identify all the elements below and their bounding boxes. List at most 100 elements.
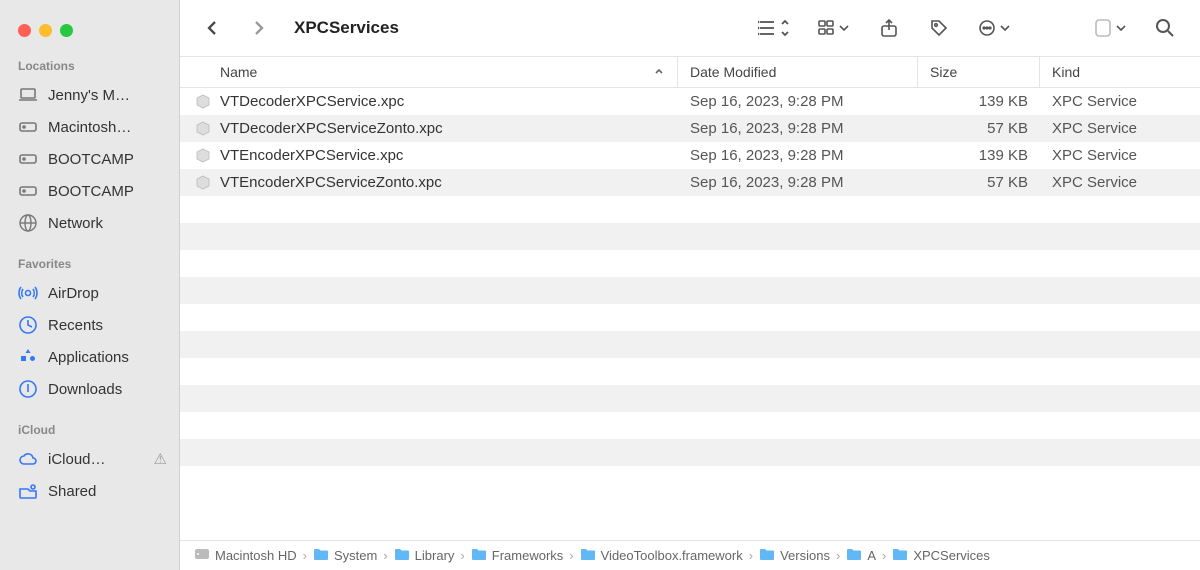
window-title: XPCServices (294, 18, 399, 38)
empty-row (180, 385, 1200, 412)
file-date: Sep 16, 2023, 9:28 PM (678, 174, 918, 191)
file-list: VTDecoderXPCService.xpc Sep 16, 2023, 9:… (180, 88, 1200, 540)
breadcrumb-label: XPCServices (913, 548, 990, 563)
sidebar-item[interactable]: BOOTCAMP (0, 175, 179, 207)
breadcrumb-label: System (334, 548, 377, 563)
cloud-icon (18, 449, 38, 469)
breadcrumb-label: VideoToolbox.framework (601, 548, 743, 563)
sidebar-item[interactable]: Network (0, 207, 179, 239)
sidebar-item[interactable]: AirDrop (0, 277, 179, 309)
column-date-label: Date Modified (690, 64, 776, 80)
apps-icon (18, 347, 38, 367)
empty-row (180, 196, 1200, 223)
chevron-right-icon: › (834, 548, 842, 563)
maximize-button[interactable] (60, 24, 73, 37)
empty-row (180, 250, 1200, 277)
globe-icon (18, 213, 38, 233)
shared-icon (18, 481, 38, 501)
sidebar-item-label: Downloads (48, 381, 167, 398)
info-button[interactable] (1088, 13, 1132, 43)
share-button[interactable] (872, 13, 906, 43)
sidebar-item-label: Applications (48, 349, 167, 366)
pathbar: Macintosh HD › System › Library › Framew… (180, 540, 1200, 570)
breadcrumb-item[interactable]: Macintosh HD (194, 547, 297, 564)
breadcrumb-label: Versions (780, 548, 830, 563)
column-date[interactable]: Date Modified (678, 57, 918, 87)
sidebar-item-label: AirDrop (48, 285, 167, 302)
chevron-right-icon: › (880, 548, 888, 563)
sidebar-item[interactable]: Jenny's M… (0, 79, 179, 111)
toolbar: XPCServices (180, 0, 1200, 56)
sidebar-item-label: BOOTCAMP (48, 183, 167, 200)
file-name: VTDecoderXPCServiceZonto.xpc (220, 120, 443, 137)
window-controls (0, 0, 179, 59)
breadcrumb-label: Macintosh HD (215, 548, 297, 563)
chevron-right-icon: › (301, 548, 309, 563)
file-name: VTEncoderXPCService.xpc (220, 147, 403, 164)
sidebar: Locations Jenny's M… Macintosh… BOOTCAMP… (0, 0, 180, 570)
file-date: Sep 16, 2023, 9:28 PM (678, 147, 918, 164)
sidebar-item[interactable]: BOOTCAMP (0, 143, 179, 175)
breadcrumb-item[interactable]: VideoToolbox.framework (580, 547, 743, 564)
file-row[interactable]: VTDecoderXPCService.xpc Sep 16, 2023, 9:… (180, 88, 1200, 115)
breadcrumb-item[interactable]: XPCServices (892, 547, 990, 564)
sidebar-item[interactable]: Downloads (0, 373, 179, 405)
file-size: 139 KB (918, 93, 1040, 110)
file-size: 57 KB (918, 120, 1040, 137)
folder-icon (580, 547, 596, 564)
search-button[interactable] (1148, 13, 1182, 43)
group-toggle[interactable] (812, 13, 856, 43)
sidebar-item-label: iCloud… (48, 451, 140, 468)
chevron-right-icon: › (567, 548, 575, 563)
breadcrumb-label: Library (415, 548, 455, 563)
folder-icon (313, 547, 329, 564)
tags-button[interactable] (922, 13, 956, 43)
column-kind-label: Kind (1052, 64, 1080, 80)
forward-button[interactable] (244, 13, 274, 43)
file-row[interactable]: VTEncoderXPCService.xpc Sep 16, 2023, 9:… (180, 142, 1200, 169)
breadcrumb-item[interactable]: Frameworks (471, 547, 564, 564)
file-size: 139 KB (918, 147, 1040, 164)
minimize-button[interactable] (39, 24, 52, 37)
hdd-icon (18, 149, 38, 169)
disk-icon (194, 547, 210, 564)
file-date: Sep 16, 2023, 9:28 PM (678, 120, 918, 137)
hdd-icon (18, 117, 38, 137)
file-name: VTDecoderXPCService.xpc (220, 93, 404, 110)
file-size: 57 KB (918, 174, 1040, 191)
chevron-right-icon: › (458, 548, 466, 563)
warning-icon: ⚠︎ (154, 450, 167, 468)
sidebar-section-title: Favorites (0, 257, 179, 277)
hdd-icon (18, 181, 38, 201)
sidebar-item[interactable]: Applications (0, 341, 179, 373)
column-size[interactable]: Size (918, 57, 1040, 87)
sidebar-item[interactable]: Shared (0, 475, 179, 507)
breadcrumb-item[interactable]: Library (394, 547, 455, 564)
sidebar-item-label: Network (48, 215, 167, 232)
close-button[interactable] (18, 24, 31, 37)
actions-button[interactable] (972, 13, 1016, 43)
file-row[interactable]: VTDecoderXPCServiceZonto.xpc Sep 16, 202… (180, 115, 1200, 142)
breadcrumb-item[interactable]: System (313, 547, 377, 564)
sort-ascending-icon (653, 66, 665, 78)
laptop-icon (18, 85, 38, 105)
breadcrumb-item[interactable]: A (846, 547, 876, 564)
breadcrumb-label: A (867, 548, 876, 563)
xpc-icon (194, 93, 212, 111)
view-list-toggle[interactable] (752, 13, 796, 43)
empty-row (180, 466, 1200, 493)
back-button[interactable] (198, 13, 228, 43)
file-row[interactable]: VTEncoderXPCServiceZonto.xpc Sep 16, 202… (180, 169, 1200, 196)
download-icon (18, 379, 38, 399)
column-name[interactable]: Name (180, 57, 678, 87)
column-kind[interactable]: Kind (1040, 57, 1200, 87)
empty-row (180, 439, 1200, 466)
clock-icon (18, 315, 38, 335)
column-size-label: Size (930, 64, 957, 80)
sidebar-item[interactable]: Recents (0, 309, 179, 341)
file-kind: XPC Service (1040, 174, 1200, 191)
breadcrumb-item[interactable]: Versions (759, 547, 830, 564)
sidebar-item[interactable]: Macintosh… (0, 111, 179, 143)
empty-row (180, 277, 1200, 304)
sidebar-item[interactable]: iCloud… ⚠︎ (0, 443, 179, 475)
